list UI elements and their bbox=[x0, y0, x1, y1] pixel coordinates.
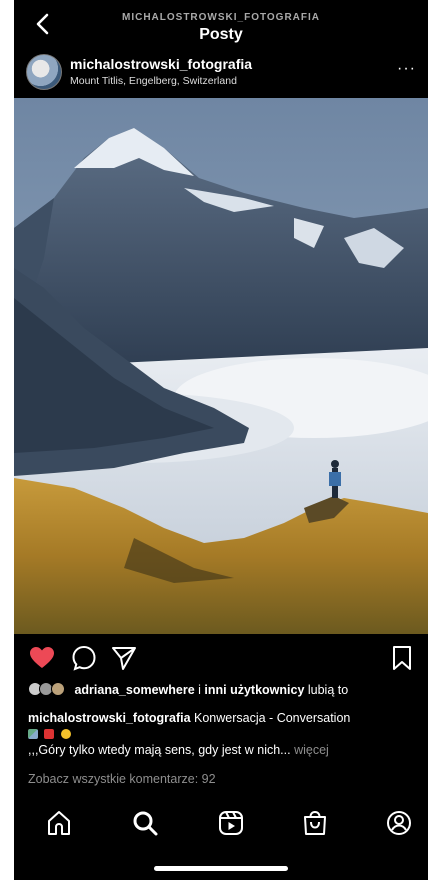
avatar[interactable] bbox=[26, 54, 62, 90]
caption-text: ,,,Góry tylko wtedy mają sens, gdy jest … bbox=[28, 743, 291, 757]
post-caption: michalostrowski_fotografia Konwersacja -… bbox=[28, 710, 423, 758]
likes-suffix: lubią to bbox=[304, 683, 349, 697]
page-title: Posty bbox=[199, 26, 243, 43]
post-location[interactable]: Mount Titlis, Engelberg, Switzerland bbox=[70, 75, 237, 87]
likes-summary[interactable]: adriana_somewhere i inni użytkownicy lub… bbox=[28, 682, 423, 697]
mountain-icon bbox=[28, 729, 38, 739]
app-screen: MICHALOSTROWSKI_FOTOGRAFIA Posty michalo… bbox=[14, 0, 428, 880]
caption-more-link[interactable]: więcej bbox=[291, 743, 329, 757]
liker-avatar bbox=[50, 682, 65, 696]
share-icon[interactable] bbox=[110, 644, 138, 672]
post-username[interactable]: michalostrowski_fotografia bbox=[70, 56, 252, 72]
post-header: michalostrowski_fotografia Mount Titlis,… bbox=[14, 50, 428, 94]
post-photo[interactable] bbox=[14, 98, 428, 634]
caption-first-line: Konwersacja - Conversation bbox=[190, 711, 351, 725]
bottom-tab-bar bbox=[14, 800, 428, 850]
header-account-name: MICHALOSTROWSKI_FOTOGRAFIA bbox=[121, 12, 321, 23]
bookmark-icon[interactable] bbox=[388, 644, 416, 672]
post-actions bbox=[14, 644, 428, 676]
reels-icon[interactable] bbox=[216, 808, 246, 838]
likes-others[interactable]: inni użytkownicy bbox=[204, 683, 304, 697]
comment-icon[interactable] bbox=[70, 644, 98, 672]
likes-conjunction: i bbox=[194, 683, 205, 697]
search-icon[interactable] bbox=[130, 808, 160, 838]
smiling-face-icon bbox=[60, 729, 71, 739]
home-indicator[interactable] bbox=[154, 866, 288, 871]
home-icon[interactable] bbox=[44, 808, 74, 838]
more-options-icon[interactable]: ··· bbox=[397, 60, 416, 78]
profile-icon[interactable] bbox=[384, 808, 414, 838]
caption-emoji bbox=[28, 726, 423, 742]
view-comments-link[interactable]: Zobacz wszystkie komentarze: 92 bbox=[28, 772, 216, 786]
shop-icon[interactable] bbox=[300, 808, 330, 838]
caption-author[interactable]: michalostrowski_fotografia bbox=[28, 711, 191, 725]
liker-username[interactable]: adriana_somewhere bbox=[74, 683, 194, 697]
top-bar: MICHALOSTROWSKI_FOTOGRAFIA Posty bbox=[14, 0, 428, 48]
red-flag-icon bbox=[44, 729, 55, 739]
heart-icon[interactable] bbox=[28, 644, 56, 672]
